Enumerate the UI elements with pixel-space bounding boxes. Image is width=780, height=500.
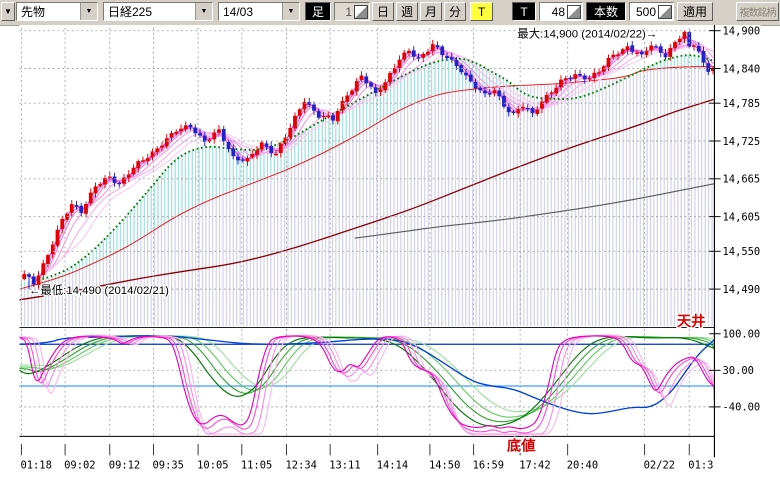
min-price-annotation: ←最低:14,490 (2014/02/21) <box>29 284 169 297</box>
instrument-value: 日経225 <box>104 3 195 20</box>
price-axis-label: 14,605 <box>723 211 761 223</box>
max-price-annotation: 最大:14,900 (2014/02/22)→ <box>517 26 657 40</box>
contract-month-select[interactable]: 14/03 ▼ <box>218 2 300 21</box>
bars-count-value: 500 <box>636 5 658 19</box>
chart-application-window: ▼ 先物 ▼ 日経225 ▼ 14/03 ▼ 足 1 日 週 月 分 T T 4… <box>0 0 780 500</box>
time-axis-label: 01:18 <box>20 460 51 472</box>
floor-annotation: 底値 <box>507 437 536 455</box>
instrument-type-dropdown-button[interactable]: ▼ <box>80 3 97 20</box>
price-axis-label: 14,900 <box>723 26 761 38</box>
time-axis-label: 16:59 <box>473 460 504 472</box>
multi-symbol-button[interactable]: 複数銘柄 <box>736 2 779 21</box>
time-axis-label: 17:42 <box>519 460 550 472</box>
period-minute-button[interactable]: 分 <box>444 2 466 21</box>
price-axis-label: 14,490 <box>723 284 761 296</box>
price-axis-label: 14,550 <box>723 246 761 258</box>
chart-area: 14,900 14,840 14,785 14,725 14,665 14,605 14,5… <box>0 25 780 500</box>
interval-value: 1 <box>345 5 354 19</box>
oscillator-axis-label: 100.00 <box>723 329 761 341</box>
ceiling-annotation: 天井 <box>677 312 706 330</box>
spinner-icon[interactable] <box>354 5 368 19</box>
time-axis-label: 10:05 <box>197 460 228 472</box>
tick-count-value: 48 <box>552 5 567 19</box>
oscillator-axis-label: -40.00 <box>723 402 761 414</box>
bars-label: 本数 <box>586 2 626 21</box>
period-day-button[interactable]: 日 <box>372 2 394 21</box>
chevron-down-icon: ▼ <box>4 7 12 16</box>
instrument-select[interactable]: 日経225 ▼ <box>103 2 213 21</box>
price-chart-svg: 14,900 14,840 14,785 14,725 14,665 14,605 14,5… <box>0 25 780 500</box>
period-month-button[interactable]: 月 <box>420 2 442 21</box>
price-axis-label: 14,785 <box>723 98 761 110</box>
time-axis-label: 14:14 <box>377 460 408 472</box>
price-axis-label: 14,840 <box>723 63 761 75</box>
bars-count-input[interactable]: 500 <box>629 2 674 21</box>
chevron-down-icon: ▼ <box>288 8 295 15</box>
time-axis-label: 01:3 <box>688 460 713 472</box>
time-axis-label: 12:34 <box>286 460 317 472</box>
left-dropdown-button[interactable]: ▼ <box>1 2 15 21</box>
time-axis-label: 09:35 <box>153 460 184 472</box>
oscillator-axis-label: 30.00 <box>723 365 754 377</box>
time-axis-label: 13:11 <box>329 460 360 472</box>
tick-toggle-button[interactable]: T <box>470 2 493 21</box>
time-axis-label: 14:50 <box>429 460 460 472</box>
time-axis-label: 02/22 <box>644 460 675 472</box>
tick-label: T <box>512 2 536 21</box>
time-axis-label: 09:12 <box>109 460 140 472</box>
bar-type-label: 足 <box>305 2 331 21</box>
price-axis-label: 14,665 <box>723 174 761 186</box>
instrument-dropdown-button[interactable]: ▼ <box>195 3 212 20</box>
multi-symbol-label: 複数銘柄 <box>740 4 776 19</box>
spinner-icon[interactable] <box>567 5 581 19</box>
contract-month-dropdown-button[interactable]: ▼ <box>282 3 299 20</box>
period-week-button[interactable]: 週 <box>396 2 418 21</box>
tick-count-input[interactable]: 48 <box>539 2 583 21</box>
interval-input[interactable]: 1 <box>334 2 370 21</box>
price-axis-label: 14,725 <box>723 136 761 148</box>
time-axis-label: 11:05 <box>241 460 272 472</box>
contract-month-value: 14/03 <box>219 5 282 19</box>
chevron-down-icon: ▼ <box>201 8 208 15</box>
chevron-down-icon: ▼ <box>86 8 93 15</box>
instrument-type-select[interactable]: 先物 ▼ <box>16 2 98 21</box>
time-axis-label: 20:40 <box>567 460 598 472</box>
time-axis-label: 09:02 <box>64 460 95 472</box>
spinner-icon[interactable] <box>658 5 672 19</box>
toolbar: ▼ 先物 ▼ 日経225 ▼ 14/03 ▼ 足 1 日 週 月 分 T T 4… <box>0 0 780 26</box>
instrument-type-value: 先物 <box>17 3 80 20</box>
apply-button[interactable]: 適用 <box>677 2 713 21</box>
